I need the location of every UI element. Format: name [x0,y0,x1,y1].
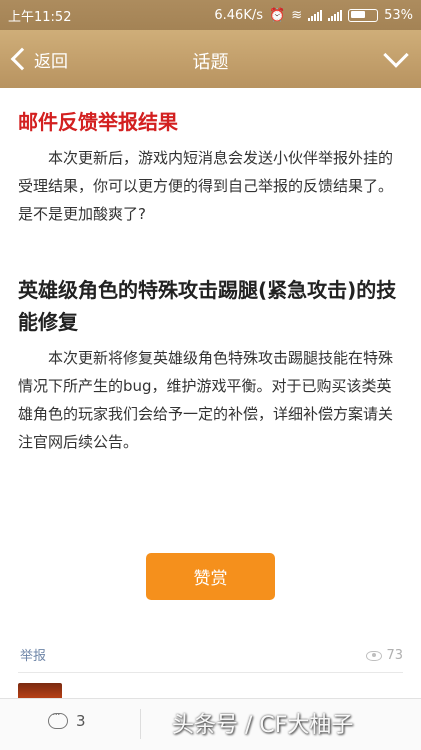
section-title-kick-fix: 英雄级角色的特殊攻击踢腿(紧急攻击)的技能修复 [18,278,397,334]
divider [18,672,403,673]
comment-button[interactable]: 3 [48,708,86,730]
eye-icon [366,650,383,661]
bottom-bar: 3 头条号 / CF大柚子 [0,698,421,750]
reward-button[interactable]: 赞赏 [146,553,275,600]
chevron-left-icon [10,47,34,71]
watermark: 头条号 / CF大柚子 [172,713,354,738]
status-time: 上午11:52 [8,9,72,25]
back-button[interactable]: 返回 [8,44,68,74]
signal-icon [308,9,323,21]
report-link[interactable]: 举报 [20,645,46,664]
network-speed: 6.46K/s [214,7,263,23]
section-body-kick-fix: 本次更新将修复英雄级角色特殊攻击踢腿技能在特殊情况下所产生的bug，维护游戏平衡… [18,349,394,451]
back-label: 返回 [34,51,68,72]
battery-icon [348,8,379,22]
section-body-mail-feedback: 本次更新后，游戏内短消息会发送小伙伴举报外挂的受理结果，你可以更方便的得到自己举… [18,149,394,223]
nav-bar: 返回 话题 [0,30,421,88]
wifi-icon: ≋ [291,7,303,23]
chevron-down-icon [383,42,409,68]
signal-icon [328,9,343,21]
status-bar: 上午11:52 6.46K/s ⏰ ≋ 53% [0,0,421,30]
view-count-value: 73 [386,648,403,663]
bottom-divider [140,709,141,739]
alarm-icon: ⏰ [269,7,286,23]
section-title-mail-feedback: 邮件反馈举报结果 [18,110,178,134]
view-count: 73 [366,648,403,663]
comment-icon [48,708,68,729]
menu-button[interactable] [383,42,409,68]
comment-count: 3 [76,712,86,730]
battery-level: 53% [384,7,413,23]
status-right: 6.46K/s ⏰ ≋ 53% [214,8,413,23]
